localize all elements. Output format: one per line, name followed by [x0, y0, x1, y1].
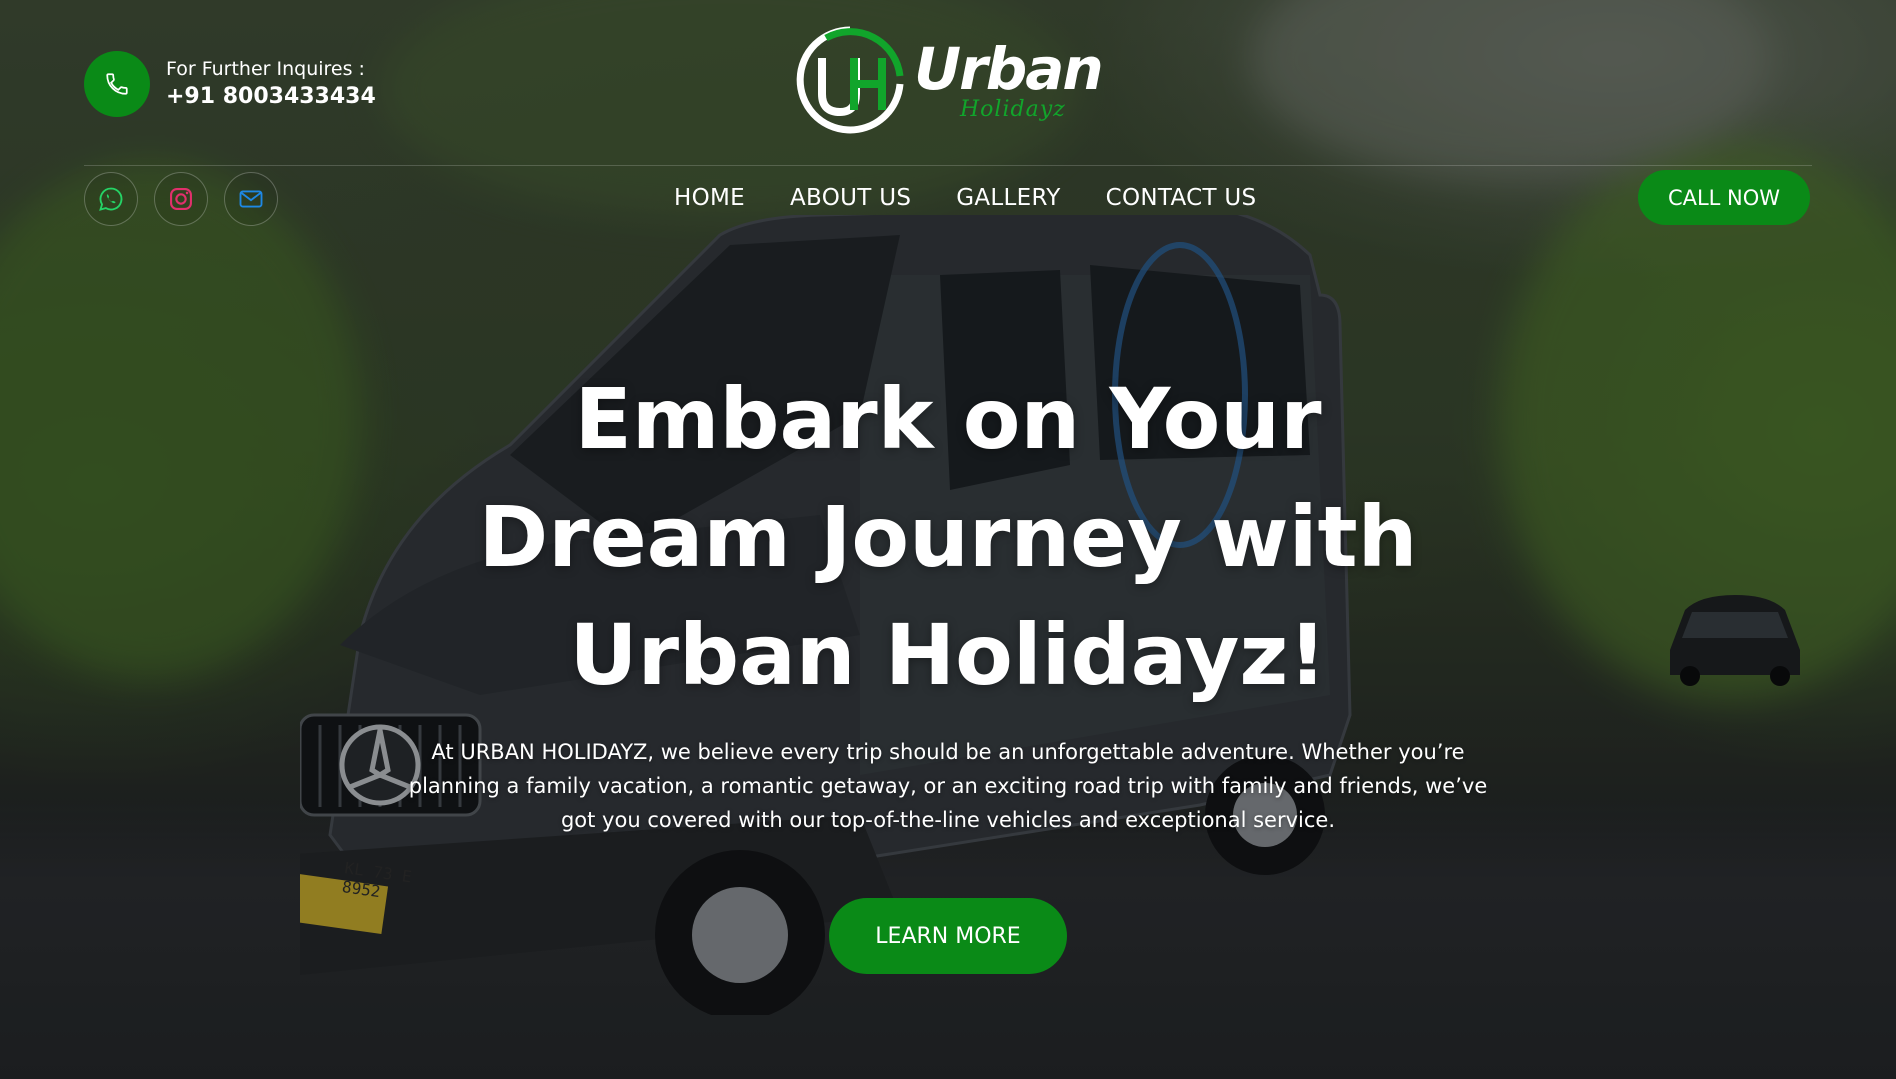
nav-gallery[interactable]: GALLERY [956, 181, 1060, 215]
logo-word-main: Urban [914, 35, 1104, 103]
learn-more-button[interactable]: LEARN MORE [829, 898, 1067, 974]
mail-link[interactable] [224, 172, 278, 226]
nav-home[interactable]: HOME [674, 181, 745, 215]
social-links [84, 172, 278, 226]
brand-logo[interactable]: Urban Holidayz [796, 24, 1104, 136]
contact-block: For Further Inquires : +91 8003433434 [84, 51, 376, 117]
instagram-link[interactable] [154, 172, 208, 226]
main-nav: HOME ABOUT US GALLERY CONTACT US [674, 181, 1256, 215]
hero-title-line-2: Dream Journey with [478, 488, 1418, 586]
phone-button[interactable] [84, 51, 150, 117]
instagram-icon [170, 188, 192, 210]
nav-contact-us[interactable]: CONTACT US [1106, 181, 1257, 215]
hero-title: Embark on Your Dream Journey with Urban … [348, 360, 1548, 714]
hero-title-line-3: Urban Holidayz! [569, 606, 1327, 704]
phone-icon [106, 73, 128, 95]
header-divider [84, 165, 1812, 166]
hero-title-line-1: Embark on Your [574, 370, 1322, 468]
contact-label: For Further Inquires : [166, 58, 365, 80]
mail-icon [239, 190, 263, 208]
hero-description: At URBAN HOLIDAYZ, we believe every trip… [408, 740, 1488, 832]
whatsapp-link[interactable] [84, 172, 138, 226]
logo-monogram-icon [796, 26, 904, 134]
contact-number[interactable]: +91 8003433434 [166, 82, 376, 112]
whatsapp-icon [99, 187, 123, 211]
call-now-button[interactable]: CALL NOW [1638, 170, 1810, 225]
nav-about-us[interactable]: ABOUT US [790, 181, 911, 215]
